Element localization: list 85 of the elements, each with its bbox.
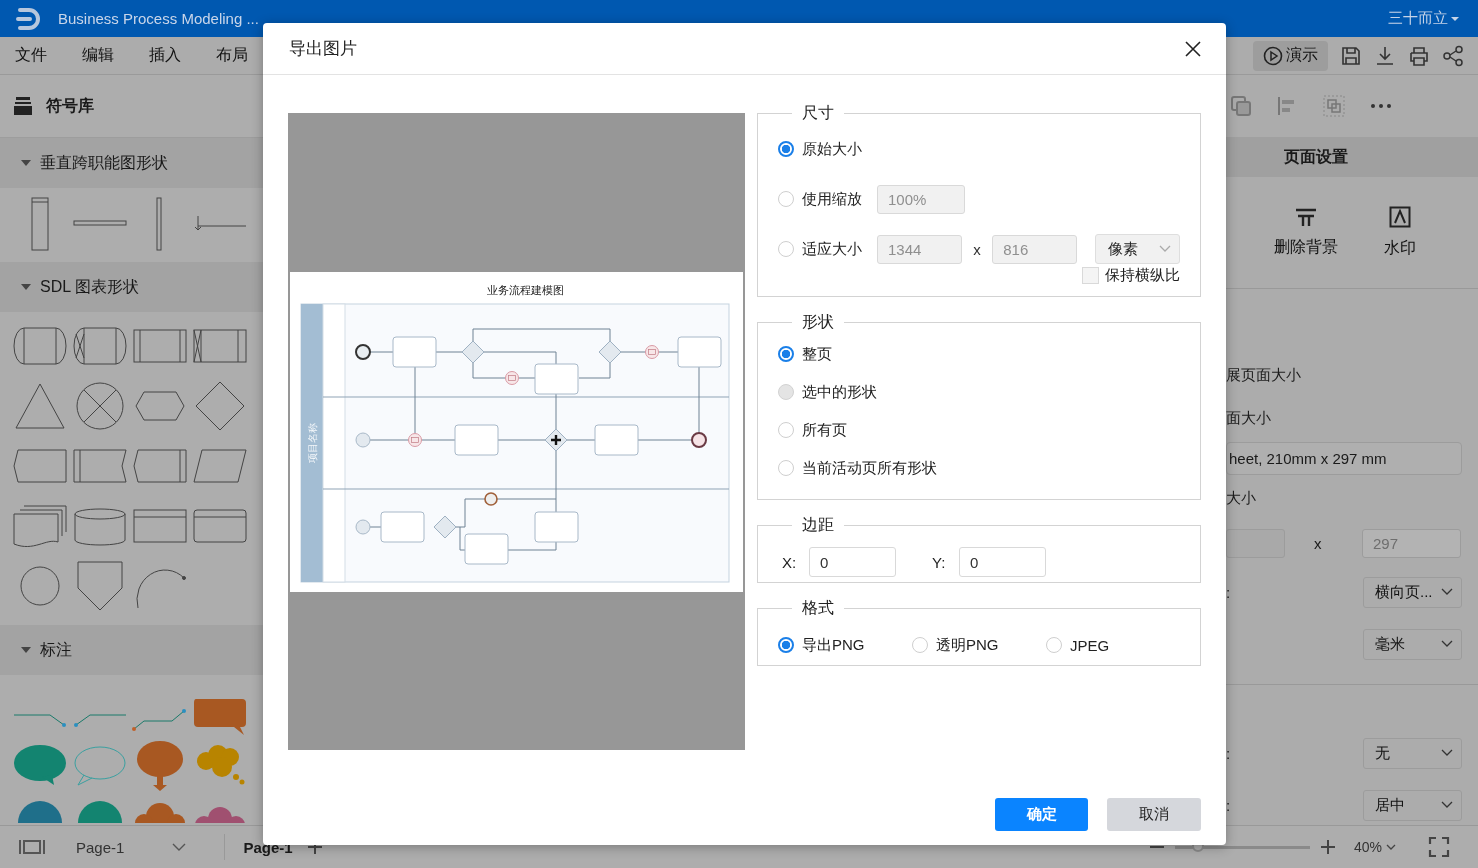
section-header[interactable]: 标注 [0, 625, 263, 675]
radio-button[interactable] [912, 637, 928, 653]
play-icon [1263, 45, 1283, 66]
archive-icon [14, 97, 32, 115]
separator-label: x [1314, 534, 1323, 552]
chevron-down-icon [1386, 844, 1396, 850]
dropdown[interactable]: 横向页... [1363, 576, 1462, 608]
chevron-down-icon [172, 843, 187, 851]
app-title: Business Process Modeling ... [58, 10, 259, 27]
setting-label: : [1226, 744, 1232, 762]
radio-option[interactable]: 原始大小 [778, 139, 877, 159]
dialog-title: 导出图片 [289, 38, 357, 60]
section-title: 垂直跨职能图形状 [40, 152, 168, 173]
present-button[interactable]: 演示 [1253, 40, 1328, 71]
share-icon[interactable] [1442, 44, 1464, 67]
radio-button[interactable] [778, 141, 794, 157]
dropdown[interactable]: 无 [1363, 737, 1462, 769]
chevron-down-icon [1441, 801, 1453, 809]
width-field[interactable] [1226, 528, 1285, 558]
field-label: X: [782, 553, 798, 571]
menu-item[interactable]: 插入 [149, 45, 181, 66]
radio-button[interactable] [1046, 637, 1062, 653]
logo-icon [16, 6, 42, 31]
group-legend: 尺寸 [792, 103, 844, 124]
dropdown[interactable]: 毫米 [1363, 628, 1462, 660]
page-view-icon[interactable] [18, 838, 46, 856]
radio-option[interactable]: 导出PNG [778, 635, 912, 655]
setting-label: : [1226, 796, 1232, 814]
section-header[interactable]: 垂直跨职能图形状 [0, 138, 263, 188]
copy-icon[interactable] [1230, 95, 1252, 117]
section-header[interactable]: SDL 图表形状 [0, 262, 263, 312]
chevron-down-icon [1441, 640, 1453, 648]
setting-label: 面大小 [1226, 408, 1272, 428]
confirm-button[interactable]: 确定 [995, 798, 1088, 831]
user-name[interactable]: 三十而立 [1388, 9, 1448, 28]
panel-action[interactable]: 水印 [1376, 206, 1424, 259]
chevron-down-icon [1159, 245, 1171, 253]
radio-button[interactable] [778, 460, 794, 476]
radio-option[interactable]: 整页 [778, 344, 832, 364]
field-label: Y: [932, 553, 947, 571]
chevron-down-icon [1441, 749, 1453, 757]
radio-option[interactable]: 所有页 [778, 420, 847, 440]
radio-button[interactable] [778, 422, 794, 438]
checkbox-option[interactable]: 保持横纵比 [1082, 266, 1180, 285]
menu-item[interactable]: 编辑 [82, 45, 114, 66]
separator-label: x [972, 240, 982, 258]
more-icon[interactable] [1370, 103, 1392, 109]
cancel-button[interactable]: 取消 [1107, 798, 1201, 831]
remove-background-icon [1294, 207, 1318, 227]
close-icon [1184, 39, 1202, 58]
pool-label: 项目名称 [307, 422, 318, 463]
margin-x-field[interactable]: 0 [809, 547, 896, 577]
page-size-field[interactable]: heet, 210mm x 297 mm [1226, 442, 1462, 475]
setting-label: : [1226, 583, 1232, 601]
menu-item[interactable]: 文件 [15, 45, 47, 66]
section-title: 标注 [40, 639, 72, 660]
diagram-title: 业务流程建模图 [486, 283, 564, 296]
setting-label: 展页面大小 [1226, 365, 1302, 385]
print-icon[interactable] [1408, 44, 1430, 67]
panel-title: 符号库 [46, 95, 94, 116]
checkbox[interactable] [1082, 267, 1099, 284]
chevron-down-icon [1441, 588, 1453, 596]
margin-y-field[interactable]: 0 [959, 547, 1046, 577]
watermark-icon [1389, 206, 1411, 228]
radio-option[interactable]: 透明PNG [912, 635, 1046, 655]
menu-item[interactable]: 布局 [216, 45, 248, 66]
close-button[interactable] [1184, 39, 1202, 58]
download-icon[interactable] [1374, 44, 1396, 67]
page-dropdown[interactable]: Page-1 [76, 838, 187, 856]
group-legend: 边距 [792, 515, 844, 536]
radio-option[interactable]: 当前活动页所有形状 [778, 458, 937, 478]
group-legend: 形状 [792, 312, 844, 333]
section-title: SDL 图表形状 [40, 276, 139, 297]
radio-option[interactable]: JPEG [1046, 636, 1180, 654]
group-legend: 格式 [792, 598, 844, 619]
radio-button[interactable] [778, 637, 794, 653]
fullscreen-icon[interactable] [1428, 836, 1450, 858]
dropdown[interactable]: 居中 [1363, 789, 1462, 821]
save-icon[interactable] [1340, 44, 1362, 67]
zoom-dropdown[interactable]: 40% [1347, 838, 1402, 856]
radio-button[interactable] [778, 346, 794, 362]
panel-action[interactable]: 删除背景 [1266, 207, 1346, 258]
group-icon[interactable] [1322, 94, 1346, 118]
panel-header: 页面设置 [1226, 137, 1478, 177]
setting-label: 大小 [1226, 488, 1257, 508]
